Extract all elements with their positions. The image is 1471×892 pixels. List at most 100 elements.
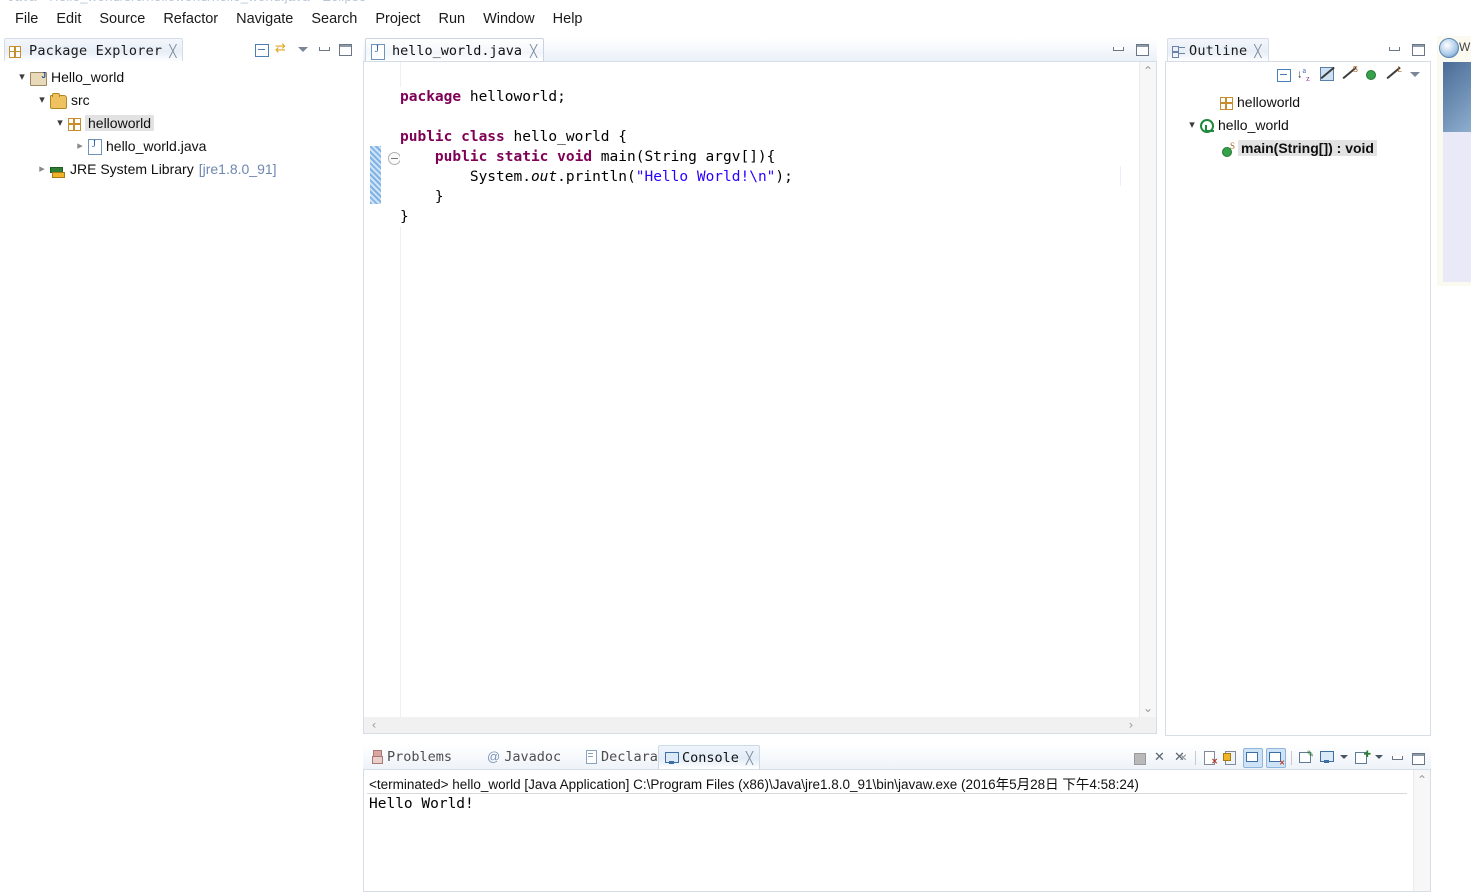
menu-item-edit[interactable]: Edit bbox=[47, 9, 90, 29]
menu-item-project[interactable]: Project bbox=[366, 9, 429, 29]
tree-item-src[interactable]: ▾ src bbox=[8, 88, 358, 111]
hide-fields-icon[interactable] bbox=[1318, 65, 1336, 83]
package-explorer-icon bbox=[9, 45, 21, 58]
editor-vertical-scrollbar[interactable]: ⌃ ⌄ bbox=[1139, 62, 1156, 717]
tab-package-explorer-label: Package Explorer bbox=[29, 42, 163, 59]
tab-package-explorer[interactable]: Package Explorer ╳ bbox=[4, 38, 184, 62]
tree-item-hello-world-java[interactable]: ▸ hello_world.java bbox=[8, 134, 358, 157]
menu-item-search[interactable]: Search bbox=[302, 9, 366, 29]
package-explorer-tree: ▾ Hello_world ▾ src ▾ helloworld ▸ bbox=[2, 61, 358, 180]
code-text: main(String argv[]){ bbox=[592, 149, 776, 165]
console-icon bbox=[665, 751, 679, 764]
display-selected-console-icon[interactable] bbox=[1318, 749, 1336, 767]
minimize-icon[interactable] bbox=[1388, 749, 1406, 767]
chevron-down-icon[interactable]: ▾ bbox=[14, 70, 30, 83]
background-window-edge[interactable]: W bbox=[1437, 36, 1471, 286]
scroll-up-icon[interactable]: ⌃ bbox=[1414, 773, 1430, 787]
minimize-icon[interactable] bbox=[1385, 40, 1403, 58]
outline-icon bbox=[1172, 45, 1185, 58]
menu-item-navigate[interactable]: Navigate bbox=[227, 9, 302, 29]
source-code[interactable]: package helloworld; public class hello_w… bbox=[400, 87, 1120, 227]
maximize-icon[interactable] bbox=[1409, 40, 1427, 58]
link-with-editor-icon[interactable]: ⇄ bbox=[273, 40, 291, 58]
terminate-icon[interactable] bbox=[1130, 749, 1148, 767]
menu-item-file[interactable]: File bbox=[6, 9, 47, 29]
collapse-all-icon[interactable] bbox=[1274, 65, 1292, 83]
outline-item-helloworld-package[interactable]: ▾ helloworld bbox=[1172, 90, 1430, 113]
hide-static-icon[interactable]: S bbox=[1340, 65, 1358, 83]
code-line: public class hello_world { bbox=[400, 127, 1120, 147]
view-menu-icon[interactable] bbox=[294, 40, 312, 58]
scroll-up-icon[interactable]: ⌃ bbox=[1140, 64, 1156, 78]
code-text: ); bbox=[775, 169, 793, 185]
hide-local-types-icon[interactable]: L bbox=[1384, 65, 1402, 83]
scroll-down-icon[interactable]: ⌄ bbox=[1140, 701, 1156, 715]
menu-item-source[interactable]: Source bbox=[90, 9, 154, 29]
sort-alphabetically-icon[interactable]: ↓az bbox=[1296, 65, 1314, 83]
tree-item-label: JRE System Library bbox=[70, 160, 194, 177]
scroll-left-icon[interactable]: ‹ bbox=[367, 717, 381, 733]
maximize-icon[interactable] bbox=[1133, 40, 1151, 58]
tab-hello-world-java-label: hello_world.java bbox=[392, 42, 523, 59]
code-string: "Hello World!\n" bbox=[635, 169, 776, 185]
outline-item-main-method[interactable]: S main(String[]) : void bbox=[1172, 136, 1430, 159]
tab-hello-world-java[interactable]: hello_world.java ╳ bbox=[365, 38, 545, 62]
code-line: System.out.println("Hello World!\n"); bbox=[400, 167, 1120, 187]
show-public-icon[interactable] bbox=[1362, 65, 1380, 83]
view-menu-icon[interactable] bbox=[1406, 65, 1424, 83]
minimize-icon[interactable] bbox=[315, 40, 333, 58]
remove-all-terminated-icon[interactable]: ✕ ✕ bbox=[1172, 749, 1190, 767]
menu-item-refactor[interactable]: Refactor bbox=[154, 9, 227, 29]
display-console-dropdown-icon[interactable] bbox=[1339, 749, 1350, 767]
open-console-icon[interactable]: ✚ bbox=[1353, 749, 1371, 767]
scroll-right-icon[interactable]: › bbox=[1124, 717, 1138, 733]
show-console-on-output-icon[interactable] bbox=[1243, 748, 1263, 768]
tree-item-jre-system-library[interactable]: ▸ JRE System Library [jre1.8.0_91] bbox=[8, 157, 358, 180]
chevron-down-icon[interactable]: ▾ bbox=[34, 93, 50, 106]
tab-problems[interactable]: Problems bbox=[365, 745, 458, 768]
code-line: } bbox=[400, 207, 1120, 227]
scroll-lock-icon[interactable] bbox=[1222, 749, 1240, 767]
tree-item-hello-world-project[interactable]: ▾ Hello_world bbox=[8, 65, 358, 88]
tab-outline[interactable]: Outline ╳ bbox=[1167, 38, 1269, 62]
outline-view: Outline ╳ ↓az S L ▾ bbox=[1165, 38, 1431, 736]
chevron-down-icon[interactable]: ▾ bbox=[1184, 118, 1200, 131]
maximize-icon[interactable] bbox=[336, 40, 354, 58]
console-vertical-scrollbar[interactable]: ⌃ bbox=[1413, 770, 1430, 891]
close-icon[interactable]: ╳ bbox=[1254, 44, 1261, 58]
tree-item-helloworld-package[interactable]: ▾ helloworld bbox=[8, 111, 358, 134]
menu-item-run[interactable]: Run bbox=[429, 9, 474, 29]
maximize-icon[interactable] bbox=[1409, 749, 1427, 767]
close-icon[interactable]: ╳ bbox=[530, 44, 537, 58]
menu-item-help[interactable]: Help bbox=[544, 9, 592, 29]
tab-javadoc[interactable]: @ Javadoc bbox=[481, 745, 567, 768]
close-icon[interactable]: ╳ bbox=[746, 751, 753, 765]
chevron-down-icon[interactable]: ▾ bbox=[52, 116, 68, 129]
outline-item-label: helloworld bbox=[1237, 93, 1301, 110]
pin-console-icon[interactable]: ✎ bbox=[1297, 749, 1315, 767]
clear-console-icon[interactable]: ✕ bbox=[1201, 749, 1219, 767]
code-text: hello_world { bbox=[504, 129, 627, 145]
outline-toolbar: ↓az S L bbox=[1274, 65, 1424, 83]
declaration-icon bbox=[585, 750, 597, 764]
show-console-on-error-icon[interactable]: ✕ bbox=[1266, 748, 1286, 768]
chevron-right-icon[interactable]: ▸ bbox=[34, 162, 50, 175]
menu-item-window[interactable]: Window bbox=[474, 9, 544, 29]
minimize-icon[interactable] bbox=[1109, 40, 1127, 58]
tab-outline-label: Outline bbox=[1189, 42, 1248, 59]
java-file-icon bbox=[88, 138, 102, 155]
collapse-all-icon[interactable] bbox=[252, 40, 270, 58]
tab-console[interactable]: Console ╳ bbox=[658, 745, 761, 769]
editor-horizontal-scrollbar[interactable]: ‹ › bbox=[364, 717, 1156, 733]
chevron-right-icon[interactable]: ▸ bbox=[72, 139, 88, 152]
open-console-dropdown-icon[interactable] bbox=[1374, 749, 1385, 767]
editor-gutter[interactable] bbox=[364, 62, 401, 717]
outline-item-hello-world-class[interactable]: ▾ hello_world bbox=[1172, 113, 1430, 136]
remove-launch-icon[interactable]: ✕ bbox=[1151, 749, 1169, 767]
code-line: } bbox=[400, 187, 1120, 207]
tab-javadoc-label: Javadoc bbox=[504, 748, 562, 765]
toolbar-separator bbox=[1291, 751, 1292, 765]
close-icon[interactable]: ╳ bbox=[169, 44, 176, 58]
menu-bar: File Edit Source Refactor Navigate Searc… bbox=[0, 6, 1471, 32]
